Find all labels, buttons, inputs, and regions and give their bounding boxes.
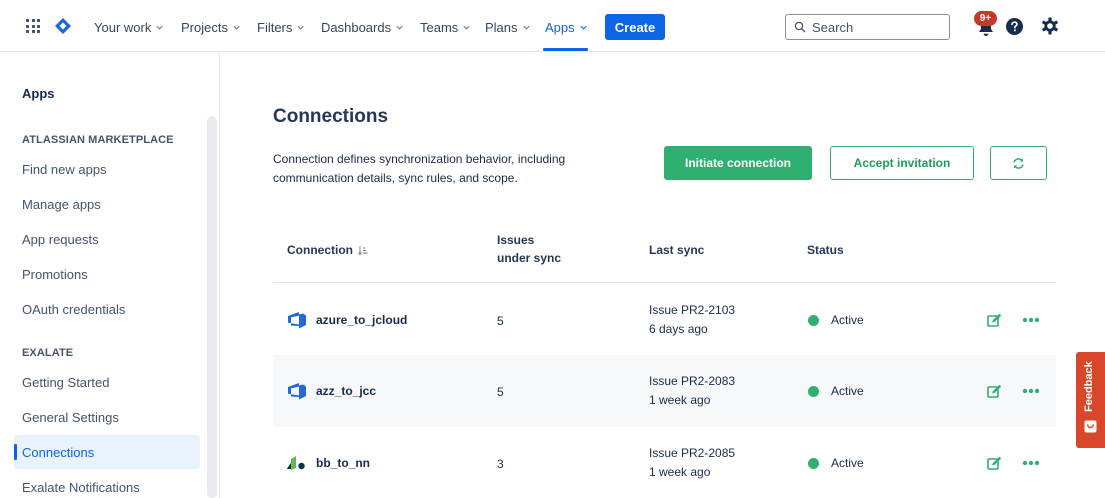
sidebar-section-exalate: EXALATE <box>22 347 74 359</box>
connection-name-cell[interactable]: bb_to_nn <box>287 453 370 473</box>
sidebar-item-app-requests[interactable]: App requests <box>14 222 200 256</box>
status-badge: Active <box>808 456 864 470</box>
table-row[interactable]: bb_to_nn 3 Issue PR2-2085 1 week ago Act… <box>273 427 1056 498</box>
sidebar: Apps ATLASSIAN MARKETPLACE Find new apps… <box>0 52 220 498</box>
search-input[interactable]: Search <box>785 14 950 40</box>
nav-active-indicator <box>543 48 588 51</box>
chevron-down-icon <box>297 25 304 30</box>
feedback-label: Feedback <box>1083 361 1095 412</box>
sidebar-scrollbar[interactable] <box>207 116 217 498</box>
app-switcher-icon[interactable] <box>26 19 40 33</box>
notification-badge: 9+ <box>974 11 997 26</box>
column-header-connection[interactable]: Connection <box>287 241 368 259</box>
refresh-icon <box>1013 157 1024 169</box>
nav-projects[interactable]: Projects <box>181 17 241 37</box>
azure-devops-icon <box>288 383 306 400</box>
nav-plans[interactable]: Plans <box>485 17 531 37</box>
last-sync-cell: Issue PR2-2083 1 week ago <box>649 374 736 407</box>
sidebar-item-manage-apps[interactable]: Manage apps <box>14 187 200 221</box>
edit-icon[interactable] <box>987 384 1002 399</box>
sidebar-item-general-settings[interactable]: General Settings <box>14 400 200 434</box>
nav-dashboards[interactable]: Dashboards <box>321 17 404 37</box>
issues-count: 3 <box>497 457 504 471</box>
initiate-connection-button[interactable]: Initiate connection <box>664 146 812 180</box>
feedback-tab[interactable]: Feedback <box>1076 352 1105 448</box>
chevron-down-icon <box>156 25 163 30</box>
sidebar-item-exalate-notifications[interactable]: Exalate Notifications <box>14 470 200 498</box>
last-sync-cell: Issue PR2-2085 1 week ago <box>649 446 736 479</box>
column-header-last-sync[interactable]: Last sync <box>649 241 704 259</box>
status-active-dot <box>808 314 819 326</box>
edit-icon[interactable] <box>987 313 1002 328</box>
sidebar-item-connections[interactable]: Connections <box>14 435 200 469</box>
table-row[interactable]: azz_to_jcc 5 Issue PR2-2083 1 week ago A… <box>273 355 1056 427</box>
table-row[interactable]: azure_to_jcloud 5 Issue PR2-2103 6 days … <box>273 284 1056 356</box>
chevron-down-icon <box>396 25 403 30</box>
sort-ascending-icon[interactable] <box>358 245 368 256</box>
status-badge: Active <box>808 313 864 327</box>
help-icon[interactable] <box>1006 18 1023 35</box>
column-header-issues[interactable]: Issues under sync <box>497 231 561 267</box>
status-active-dot <box>808 457 819 469</box>
more-actions-icon[interactable] <box>1022 459 1040 467</box>
settings-gear-icon[interactable] <box>1041 17 1059 35</box>
nav-your-work[interactable]: Your work <box>94 17 164 37</box>
sidebar-section-marketplace: ATLASSIAN MARKETPLACE <box>22 134 174 146</box>
sidebar-item-promotions[interactable]: Promotions <box>14 257 200 291</box>
issues-count: 5 <box>497 314 504 328</box>
sidebar-item-find-new-apps[interactable]: Find new apps <box>14 152 200 186</box>
status-active-dot <box>808 385 819 397</box>
more-actions-icon[interactable] <box>1022 316 1040 324</box>
chevron-down-icon <box>580 25 587 30</box>
connection-name-cell[interactable]: azz_to_jcc <box>287 381 376 401</box>
page-title: Connections <box>273 106 389 127</box>
column-header-status[interactable]: Status <box>807 241 844 259</box>
more-actions-icon[interactable] <box>1022 387 1040 395</box>
nav-teams[interactable]: Teams <box>420 17 471 37</box>
search-icon <box>794 21 806 33</box>
connection-name-cell[interactable]: azure_to_jcloud <box>287 310 407 330</box>
chevron-down-icon <box>463 25 470 30</box>
status-badge: Active <box>808 384 864 398</box>
azure-devops-icon <box>288 312 306 329</box>
table-header-divider <box>273 282 1056 283</box>
refresh-button[interactable] <box>990 146 1047 180</box>
page-description: Connection defines synchronization behav… <box>273 152 566 185</box>
jira-logo-icon[interactable] <box>55 18 71 34</box>
create-button[interactable]: Create <box>605 14 665 40</box>
issues-count: 5 <box>497 385 504 399</box>
sidebar-item-oauth-credentials[interactable]: OAuth credentials <box>14 292 200 326</box>
chevron-down-icon <box>233 25 240 30</box>
sidebar-title: Apps <box>22 86 55 101</box>
zendesk-icon <box>287 456 305 470</box>
sidebar-item-getting-started[interactable]: Getting Started <box>14 365 200 399</box>
last-sync-cell: Issue PR2-2103 6 days ago <box>649 303 736 336</box>
nav-apps[interactable]: Apps <box>545 17 588 37</box>
edit-icon[interactable] <box>987 456 1002 471</box>
chevron-down-icon <box>522 25 530 30</box>
feedback-icon <box>1084 420 1097 433</box>
nav-filters[interactable]: Filters <box>257 17 305 37</box>
accept-invitation-button[interactable]: Accept invitation <box>830 146 974 180</box>
top-navigation: Your work Projects Filters Dashboards Te… <box>0 0 1105 52</box>
